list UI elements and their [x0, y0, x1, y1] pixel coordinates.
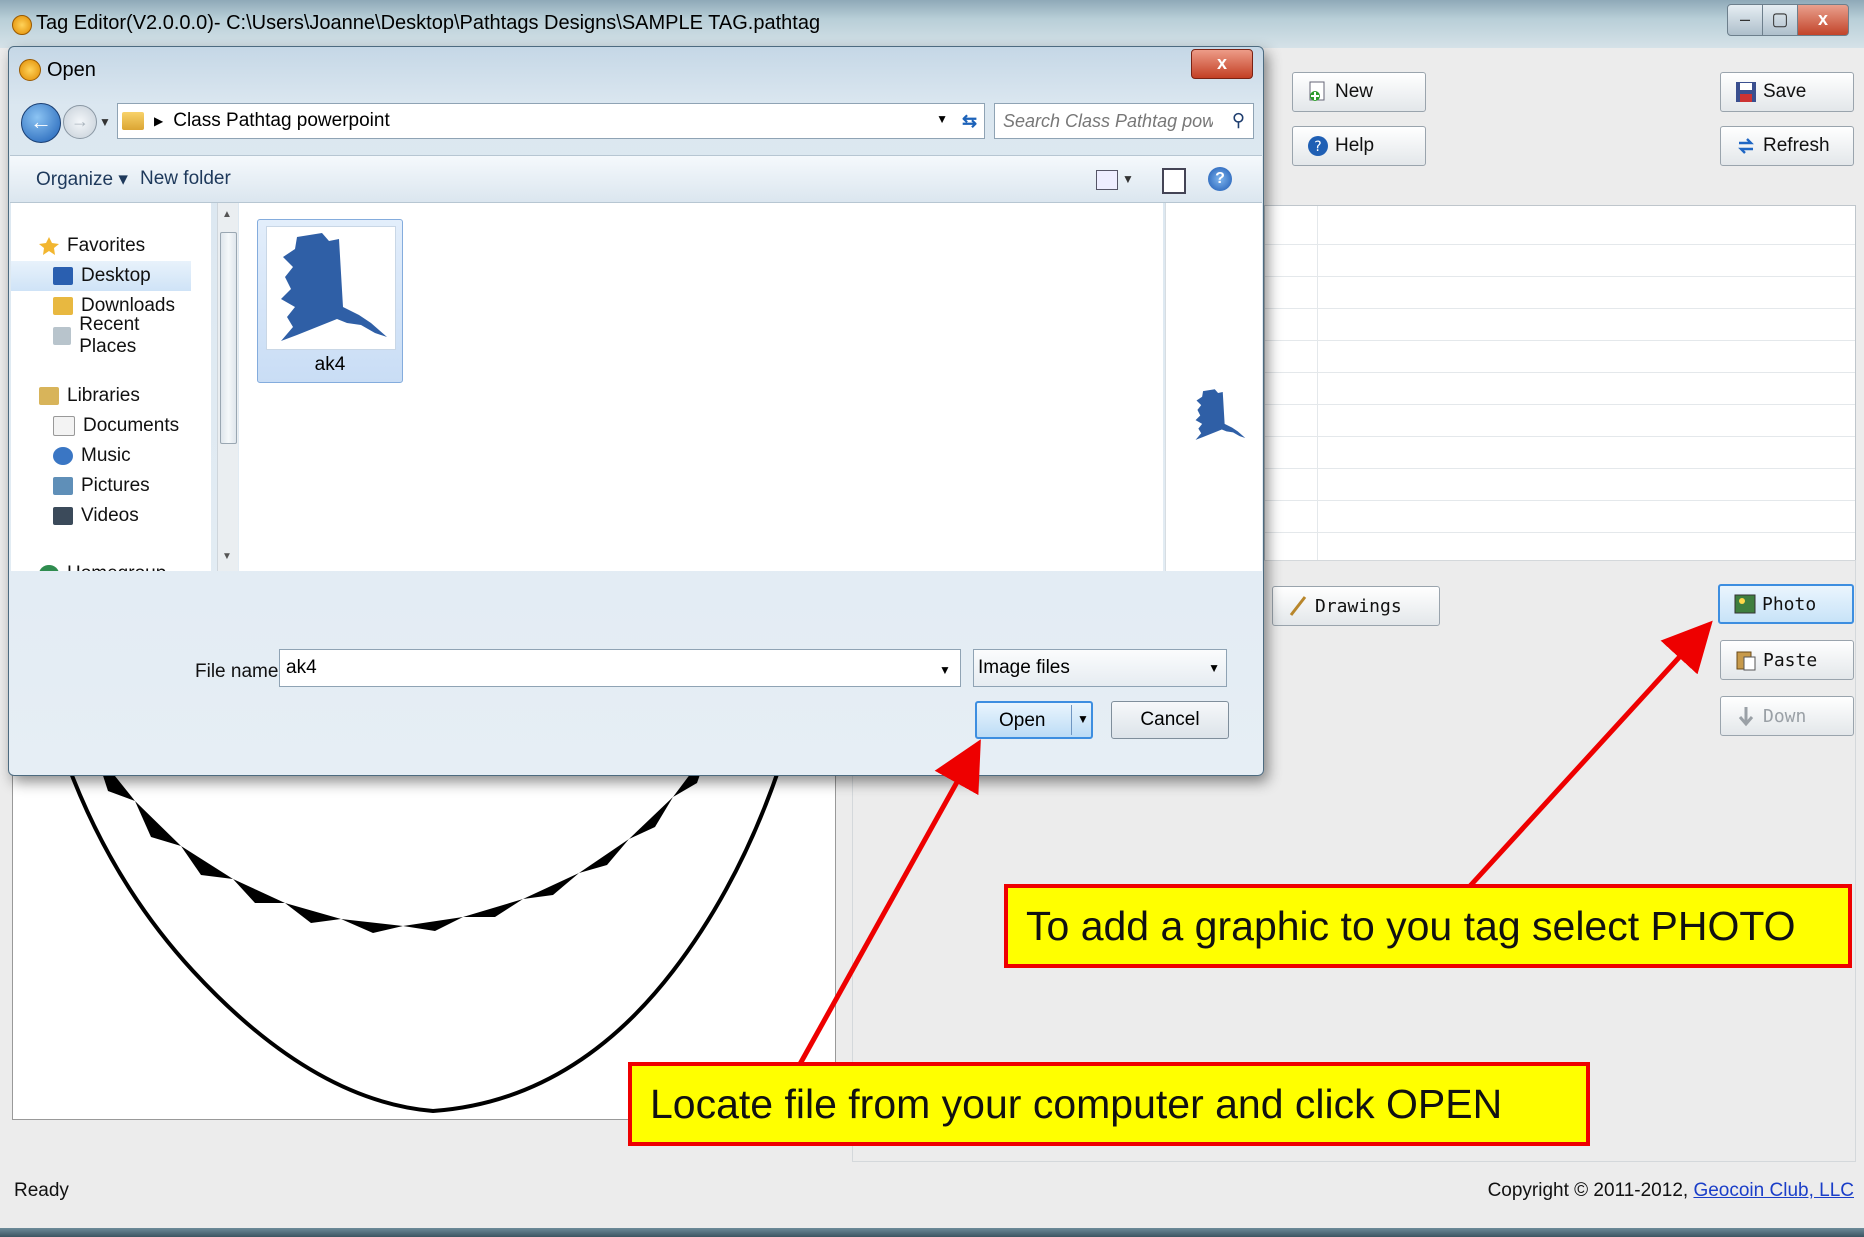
open-label: Open — [999, 710, 1046, 731]
maximize-button[interactable]: ▢ — [1762, 4, 1798, 36]
open-instruction-callout: Locate file from your computer and click… — [628, 1062, 1590, 1146]
breadcrumb-arrow-icon[interactable]: ▶ — [154, 114, 163, 128]
dialog-title: Open — [47, 59, 96, 81]
preview-pane-icon[interactable] — [1162, 168, 1186, 194]
refresh-label: Refresh — [1763, 135, 1830, 156]
nav-music[interactable]: Music — [11, 441, 191, 471]
change-view-icon[interactable] — [1096, 170, 1118, 190]
address-bar[interactable]: ▶ Class Pathtag powerpoint ▼ — [117, 103, 957, 139]
file-type-dropdown-icon[interactable]: ▼ — [1208, 650, 1220, 686]
photo-button[interactable]: Photo — [1718, 584, 1854, 624]
refresh-folder-button[interactable]: ⇆ — [955, 103, 985, 139]
libraries-icon — [39, 387, 59, 405]
file-name-input[interactable] — [279, 649, 961, 687]
photo-instruction-callout: To add a graphic to you tag select PHOTO — [1004, 884, 1852, 968]
back-button[interactable]: ← — [21, 103, 61, 143]
cancel-button[interactable]: Cancel — [1111, 701, 1229, 739]
downloads-icon — [53, 297, 73, 315]
open-dialog: Open x ← → ▼ ▶ Class Pathtag powerpoint … — [8, 46, 1264, 776]
photo-label: Photo — [1762, 593, 1817, 615]
app-icon — [12, 15, 32, 35]
search-box[interactable]: ⚲ — [994, 103, 1254, 139]
nav-scrollbar-thumb[interactable] — [220, 232, 237, 444]
organize-menu[interactable]: Organize ▾ — [36, 168, 128, 191]
open-button[interactable]: Open ▼ — [975, 701, 1093, 739]
refresh-icon — [1738, 138, 1754, 154]
pencil-icon — [1289, 596, 1307, 616]
paste-icon — [1736, 651, 1756, 671]
photo-icon — [1734, 594, 1756, 614]
new-button[interactable]: New — [1292, 72, 1426, 112]
nav-recent-places[interactable]: Recent Places — [11, 314, 191, 357]
nav-homegroup[interactable]: Homegroup — [11, 559, 191, 571]
nav-desktop[interactable]: Desktop — [11, 261, 191, 291]
paste-button[interactable]: Paste — [1720, 640, 1854, 680]
command-bar: Organize ▾ New folder ▼ ? — [10, 155, 1262, 203]
copyright-text: Copyright © 2011-2012, Geocoin Club, LLC — [1487, 1180, 1854, 1201]
navigation-pane: Favorites Desktop Downloads Recent Place… — [11, 203, 211, 571]
help-label: Help — [1335, 135, 1375, 156]
alaska-icon — [281, 233, 387, 341]
open-dropdown-icon[interactable]: ▼ — [1077, 712, 1089, 726]
save-button[interactable]: Save — [1720, 72, 1854, 112]
address-dropdown-icon[interactable]: ▼ — [936, 112, 948, 126]
help-button[interactable]: ? Help — [1292, 126, 1426, 166]
nav-libraries[interactable]: Libraries — [11, 381, 191, 411]
nav-pictures[interactable]: Pictures — [11, 471, 191, 501]
desktop-icon — [53, 267, 73, 285]
search-icon[interactable]: ⚲ — [1232, 110, 1245, 131]
down-label: Down — [1763, 705, 1807, 727]
down-arrow-icon — [1738, 707, 1754, 727]
minimize-button[interactable]: – — [1727, 4, 1763, 36]
folder-icon — [122, 112, 144, 130]
window-title: Tag Editor(V2.0.0.0)- C:\Users\Joanne\De… — [36, 12, 821, 34]
status-text: Ready — [14, 1180, 69, 1201]
forward-button[interactable]: → — [63, 105, 97, 139]
paste-label: Paste — [1763, 649, 1818, 671]
nav-documents[interactable]: Documents — [11, 411, 191, 441]
file-item-ak4[interactable]: ak4 — [257, 219, 403, 383]
close-button[interactable]: x — [1797, 4, 1849, 36]
dialog-help-icon[interactable]: ? — [1208, 167, 1232, 191]
music-icon — [53, 447, 73, 465]
search-input[interactable] — [995, 104, 1215, 138]
recent-places-icon — [53, 327, 72, 345]
save-label: Save — [1763, 81, 1807, 102]
file-name-label: ak4 — [314, 354, 346, 375]
svg-text:?: ? — [1314, 139, 1321, 155]
new-icon — [1309, 81, 1325, 101]
dialog-app-icon — [19, 59, 41, 81]
documents-icon — [53, 416, 75, 436]
properties-grid[interactable] — [1264, 205, 1856, 572]
file-type-select[interactable]: Image files ▼ — [973, 649, 1227, 687]
view-dropdown-icon[interactable]: ▼ — [1122, 172, 1134, 186]
taskbar-strip — [0, 1228, 1864, 1237]
refresh-button[interactable]: Refresh — [1720, 126, 1854, 166]
file-name-field-label: File name: — [195, 661, 284, 682]
history-dropdown-icon[interactable]: ▼ — [99, 115, 111, 129]
down-button[interactable]: Down — [1720, 696, 1854, 736]
address-path[interactable]: Class Pathtag powerpoint — [173, 110, 390, 132]
file-thumbnail — [266, 226, 396, 350]
nav-videos[interactable]: Videos — [11, 501, 191, 531]
title-bar: Tag Editor(V2.0.0.0)- C:\Users\Joanne\De… — [0, 0, 1864, 48]
new-label: New — [1335, 81, 1374, 102]
nav-favorites[interactable]: Favorites — [11, 231, 191, 261]
copyright-link[interactable]: Geocoin Club, LLC — [1693, 1180, 1854, 1201]
star-icon — [39, 237, 59, 255]
drawings-button[interactable]: Drawings — [1272, 586, 1440, 626]
drawings-label: Drawings — [1315, 595, 1402, 617]
videos-icon — [53, 507, 73, 525]
preview-alaska-icon — [1195, 389, 1246, 440]
pictures-icon — [53, 477, 73, 495]
file-name-dropdown-icon[interactable]: ▼ — [939, 663, 951, 677]
homegroup-icon — [39, 565, 59, 571]
new-folder-button[interactable]: New folder — [140, 168, 231, 190]
save-icon — [1736, 82, 1756, 102]
dialog-close-button[interactable]: x — [1191, 49, 1253, 79]
help-icon: ? — [1308, 136, 1328, 156]
